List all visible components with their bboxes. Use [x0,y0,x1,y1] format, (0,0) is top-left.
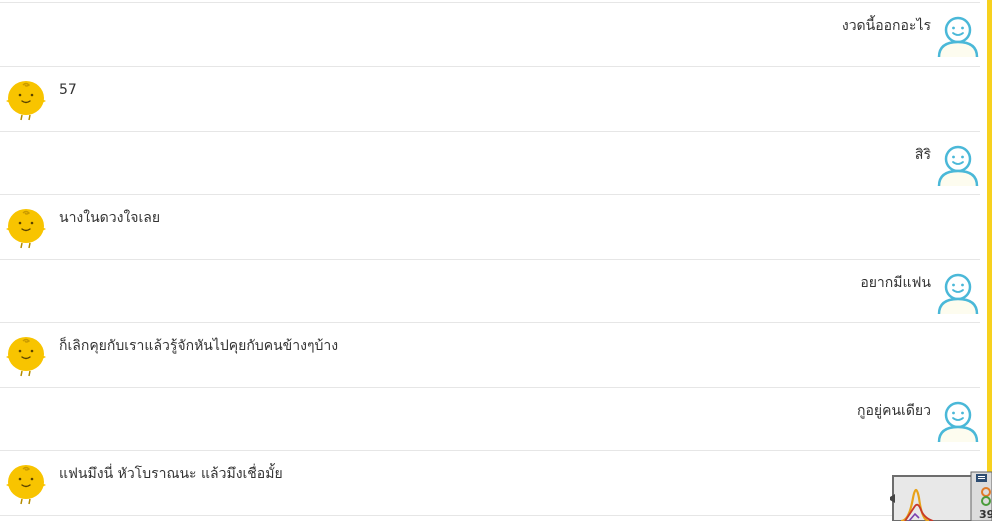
message-text: แฟนมึงนี่ หัวโบราณนะ แล้วมึงเชื่อมั้ย [59,466,283,482]
bot-avatar-icon [6,209,46,249]
user-avatar-icon [937,273,979,315]
message-row-bot: แฟนมึงนี่ หัวโบราณนะ แล้วมึงเชื่อมั้ย [0,451,980,516]
message-row-user: งวดนี้ออกอะไร [0,3,980,67]
user-avatar-icon [937,145,979,187]
message-row-bot: 57 [0,67,980,132]
message-row-user: กูอยู่คนเดียว [0,388,980,451]
message-row-bot: นางในดวงใจเลย [0,195,980,260]
message-text: กูอยู่คนเดียว [857,403,931,419]
bot-avatar-icon [6,465,46,505]
message-text: สิริ [914,147,931,163]
message-text: ก็เลิกคุยกับเราแล้วรู้จักหันไปคุยกับคนข้… [59,338,339,354]
message-row-user: อยากมีแฟน [0,260,980,323]
bot-avatar-icon [6,337,46,377]
widget-badge: 39 [979,508,992,521]
message-text: อยากมีแฟน [860,275,931,291]
message-text: นางในดวงใจเลย [59,210,161,226]
message-text: งวดนี้ออกอะไร [841,18,931,34]
chat-log[interactable]: งวดนี้ออกอะไร 57 สิริ นางในดวงใจเลย อยาก… [0,0,983,521]
floating-chart-widget[interactable]: 39 [889,470,992,521]
chat-page: งวดนี้ออกอะไร 57 สิริ นางในดวงใจเลย อยาก… [0,0,992,521]
message-text: 57 [59,82,77,98]
message-row-bot: ก็เลิกคุยกับเราแล้วรู้จักหันไปคุยกับคนข้… [0,323,980,388]
user-avatar-icon [937,401,979,443]
bot-avatar-icon [6,81,46,121]
message-row-user: สิริ [0,132,980,195]
user-avatar-icon [937,16,979,58]
scrollbar[interactable] [987,0,992,521]
